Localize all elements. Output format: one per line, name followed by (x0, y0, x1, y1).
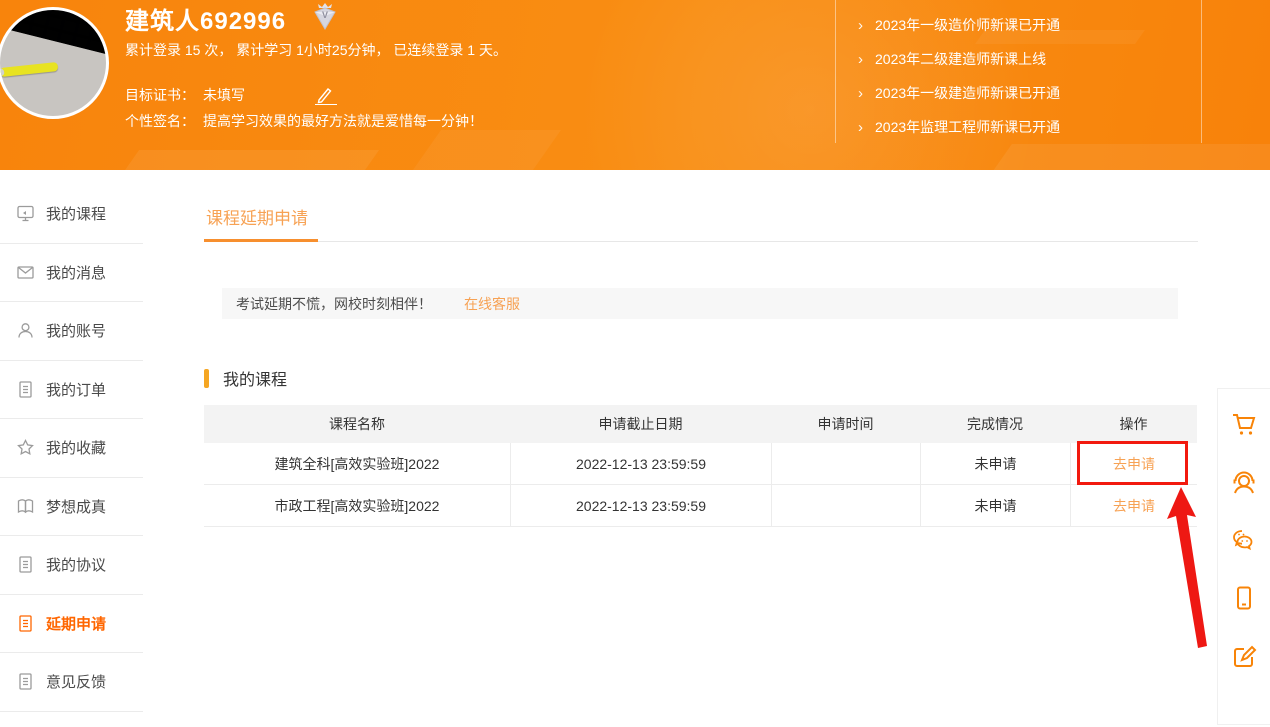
sidebar-item-my-orders[interactable]: 我的订单 (0, 361, 143, 420)
chevron-right-icon: › (858, 17, 863, 34)
sidebar-item-label: 我的订单 (46, 379, 106, 400)
sidebar-item-dream-come-true[interactable]: 梦想成真 (0, 478, 143, 537)
svg-text:V: V (322, 10, 328, 20)
sidebar-item-my-courses[interactable]: 我的课程 (0, 185, 143, 244)
apply-time-cell (771, 485, 920, 526)
wechat-icon (1230, 526, 1258, 554)
sidebar-item-my-messages[interactable]: 我的消息 (0, 244, 143, 303)
customer-service-button[interactable] (1218, 453, 1270, 511)
news-item-text: 2023年一级造价师新课已开通 (875, 15, 1060, 35)
profile-header: 建筑人692996 V 累计登录 15 次， 累计学习 1小时25分钟， 已连续… (0, 0, 1270, 170)
account-person-icon (16, 321, 35, 340)
deadline-cell: 2022-12-13 23:59:59 (510, 485, 771, 526)
column-header-apply-time: 申请时间 (771, 405, 920, 443)
agreement-document-icon (16, 555, 35, 574)
deadline-cell: 2022-12-13 23:59:59 (510, 443, 771, 484)
feedback-document-icon (16, 672, 35, 691)
header-divider (1201, 0, 1202, 143)
sidebar-item-label: 我的消息 (46, 262, 106, 283)
table-row: 市政工程[高效实验班]2022 2022-12-13 23:59:59 未申请 … (204, 485, 1197, 527)
section-title-text: 我的课程 (223, 366, 287, 390)
wechat-button[interactable] (1218, 511, 1270, 569)
course-screen-icon (16, 204, 35, 223)
order-document-icon (16, 380, 35, 399)
feedback-edit-button[interactable] (1218, 627, 1270, 685)
sidebar-item-label: 梦想成真 (46, 496, 106, 517)
tab-underline-track (204, 241, 1198, 242)
sidebar-item-my-favorites[interactable]: 我的收藏 (0, 419, 143, 478)
target-cert-label: 目标证书： (125, 85, 195, 105)
customer-service-icon (1230, 468, 1258, 496)
favorite-star-icon (16, 438, 35, 457)
login-study-stats: 累计登录 15 次， 累计学习 1小时25分钟， 已连续登录 1 天。 (125, 40, 507, 60)
chevron-right-icon: › (858, 51, 863, 68)
header-decor-bar (399, 130, 561, 170)
mobile-icon (1230, 584, 1258, 612)
header-divider (835, 0, 836, 143)
news-item[interactable]: › 2023年监理工程师新课已开通 (858, 110, 1188, 144)
target-cert-value: 未填写 (203, 85, 245, 105)
column-header-deadline: 申请截止日期 (510, 405, 771, 443)
sidebar-item-label: 我的收藏 (46, 437, 106, 458)
online-service-link[interactable]: 在线客服 (464, 294, 520, 314)
column-header-action: 操作 (1070, 405, 1197, 443)
sidebar-nav: 我的课程 我的消息 我的账号 我的订单 我的收藏 梦想成真 我的协议 (0, 170, 143, 712)
news-item-text: 2023年监理工程师新课已开通 (875, 117, 1060, 137)
news-item-text: 2023年二级建造师新课上线 (875, 49, 1046, 69)
sidebar-item-label: 我的账号 (46, 320, 106, 341)
signature-label: 个性签名： (125, 111, 195, 131)
sidebar-item-my-agreements[interactable]: 我的协议 (0, 536, 143, 595)
course-name-cell: 市政工程[高效实验班]2022 (204, 485, 510, 526)
sidebar-item-delay-application[interactable]: 延期申请 (0, 595, 143, 654)
edit-cert-button[interactable] (315, 85, 337, 105)
message-envelope-icon (16, 263, 35, 282)
section-title-accent-bar (204, 369, 209, 388)
delay-document-icon (16, 614, 35, 633)
status-cell: 未申请 (920, 485, 1070, 526)
chevron-right-icon: › (858, 119, 863, 136)
sidebar-item-label: 我的课程 (46, 203, 106, 224)
username: 建筑人692996 (125, 1, 286, 36)
section-title-my-courses: 我的课程 (204, 366, 287, 390)
column-header-course-name: 课程名称 (204, 405, 510, 443)
header-decor-bar (988, 144, 1270, 170)
go-apply-link[interactable]: 去申请 (1113, 454, 1155, 474)
news-item[interactable]: › 2023年二级建造师新课上线 (858, 42, 1188, 76)
course-name-cell: 建筑全科[高效实验班]2022 (204, 443, 510, 484)
notice-bar: 考试延期不慌，网校时刻相伴！ 在线客服 (222, 288, 1178, 319)
dream-book-icon (16, 497, 35, 516)
avatar-pen-photo (0, 62, 58, 77)
notice-text: 考试延期不慌，网校时刻相伴！ (236, 294, 432, 314)
sidebar-item-label: 我的协议 (46, 554, 106, 575)
delay-application-table: 课程名称 申请截止日期 申请时间 完成情况 操作 建筑全科[高效实验班]2022… (204, 405, 1197, 527)
tab-active-underline (204, 239, 318, 242)
vip-badge-icon: V (310, 2, 340, 32)
avatar-keyboard-photo (1, 7, 109, 62)
chevron-right-icon: › (858, 85, 863, 102)
pencil-icon (315, 86, 333, 104)
table-header-row: 课程名称 申请截止日期 申请时间 完成情况 操作 (204, 405, 1197, 443)
cart-icon (1230, 410, 1258, 438)
table-row: 建筑全科[高效实验班]2022 2022-12-13 23:59:59 未申请 … (204, 443, 1197, 485)
status-cell: 未申请 (920, 443, 1070, 484)
sidebar-item-feedback[interactable]: 意见反馈 (0, 653, 143, 712)
edit-icon (1230, 642, 1258, 670)
avatar[interactable] (0, 7, 109, 119)
apply-time-cell (771, 443, 920, 484)
news-item[interactable]: › 2023年一级建造师新课已开通 (858, 76, 1188, 110)
sidebar-item-my-account[interactable]: 我的账号 (0, 302, 143, 361)
header-decor-bar (121, 150, 379, 170)
mobile-app-button[interactable] (1218, 569, 1270, 627)
go-apply-link[interactable]: 去申请 (1113, 496, 1155, 516)
cart-button[interactable] (1218, 395, 1270, 453)
news-item-text: 2023年一级建造师新课已开通 (875, 83, 1060, 103)
column-header-status: 完成情况 (920, 405, 1070, 443)
signature-value: 提高学习效果的最好方法就是爱惜每一分钟！ (203, 111, 483, 131)
floating-toolbar (1217, 388, 1270, 725)
news-item[interactable]: › 2023年一级造价师新课已开通 (858, 8, 1188, 42)
news-list: › 2023年一级造价师新课已开通 › 2023年二级建造师新课上线 › 202… (858, 8, 1188, 144)
tab-course-delay-application[interactable]: 课程延期申请 (206, 204, 308, 229)
sidebar-item-label: 意见反馈 (46, 671, 106, 692)
sidebar-item-label: 延期申请 (46, 613, 106, 634)
